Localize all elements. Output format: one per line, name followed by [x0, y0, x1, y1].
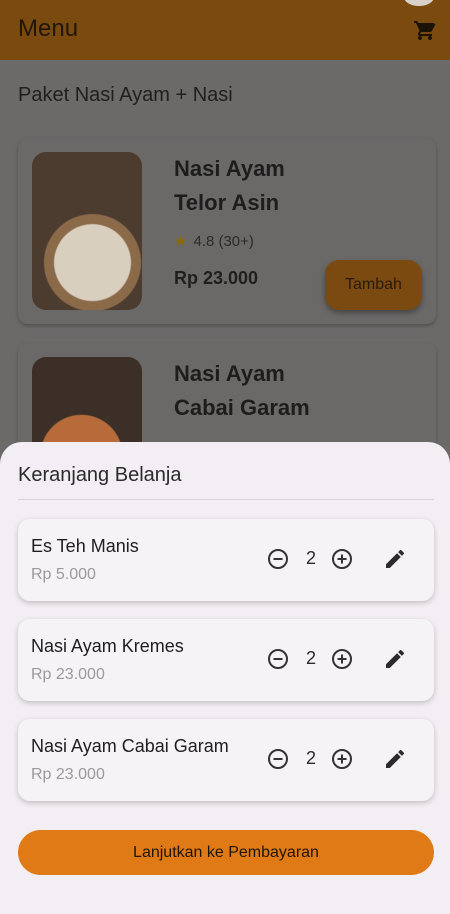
- cart-item-name: Nasi Ayam Kremes: [31, 636, 184, 656]
- quantity: 2: [305, 748, 316, 768]
- menu-item-name-line1: Nasi Ayam: [174, 156, 285, 181]
- cart-item: Nasi Ayam Cabai Garam Rp 23.000 2: [18, 719, 434, 801]
- cart-item: Nasi Ayam Kremes Rp 23.000 2: [18, 619, 434, 701]
- quantity: 2: [305, 548, 316, 568]
- divider: [18, 499, 434, 500]
- cart-item: Es Teh Manis Rp 5.000 2: [18, 519, 434, 601]
- menu-item-name: Nasi Ayam Cabai Garam: [174, 357, 310, 425]
- minus-circle-icon[interactable]: [266, 547, 290, 571]
- plus-circle-icon[interactable]: [330, 547, 354, 571]
- menu-card[interactable]: Nasi Ayam Telor Asin ★ 4.8 (30+) Rp 23.00…: [18, 138, 436, 324]
- edit-pencil-icon[interactable]: [383, 747, 407, 771]
- menu-item-name-line1: Nasi Ayam: [174, 361, 285, 386]
- edit-pencil-icon[interactable]: [383, 647, 407, 671]
- app-bar: Menu: [0, 0, 450, 60]
- quantity: 2: [305, 648, 316, 668]
- edit-pencil-icon[interactable]: [383, 547, 407, 571]
- plus-circle-icon[interactable]: [330, 647, 354, 671]
- cart-bottom-sheet: Keranjang Belanja Es Teh Manis Rp 5.000 …: [0, 442, 450, 914]
- minus-circle-icon[interactable]: [266, 747, 290, 771]
- menu-item-name: Nasi Ayam Telor Asin: [174, 152, 285, 220]
- cart-item-price: Rp 23.000: [31, 666, 105, 683]
- app-title: Menu: [18, 15, 79, 42]
- cart-title: Keranjang Belanja: [18, 464, 182, 486]
- menu-item-name-line2: Telor Asin: [174, 190, 280, 215]
- status-indicator: [404, 0, 434, 6]
- add-button[interactable]: Tambah: [325, 260, 422, 310]
- rating: ★ 4.8 (30+): [174, 232, 254, 250]
- food-image: [32, 152, 142, 310]
- cart-item-name: Nasi Ayam Cabai Garam: [31, 736, 229, 756]
- minus-circle-icon[interactable]: [266, 647, 290, 671]
- cart-item-price: Rp 5.000: [31, 566, 96, 583]
- menu-item-price: Rp 23.000: [174, 268, 259, 288]
- checkout-button[interactable]: Lanjutkan ke Pembayaran: [18, 830, 434, 875]
- cart-item-name: Es Teh Manis: [31, 536, 139, 556]
- menu-item-name-line2: Cabai Garam: [174, 395, 310, 420]
- cart-icon[interactable]: [413, 18, 437, 42]
- section-title: Paket Nasi Ayam + Nasi: [18, 84, 233, 106]
- plus-circle-icon[interactable]: [330, 747, 354, 771]
- star-icon: ★: [174, 233, 188, 250]
- cart-item-price: Rp 23.000: [31, 766, 105, 783]
- rating-text: 4.8 (30+): [193, 233, 254, 250]
